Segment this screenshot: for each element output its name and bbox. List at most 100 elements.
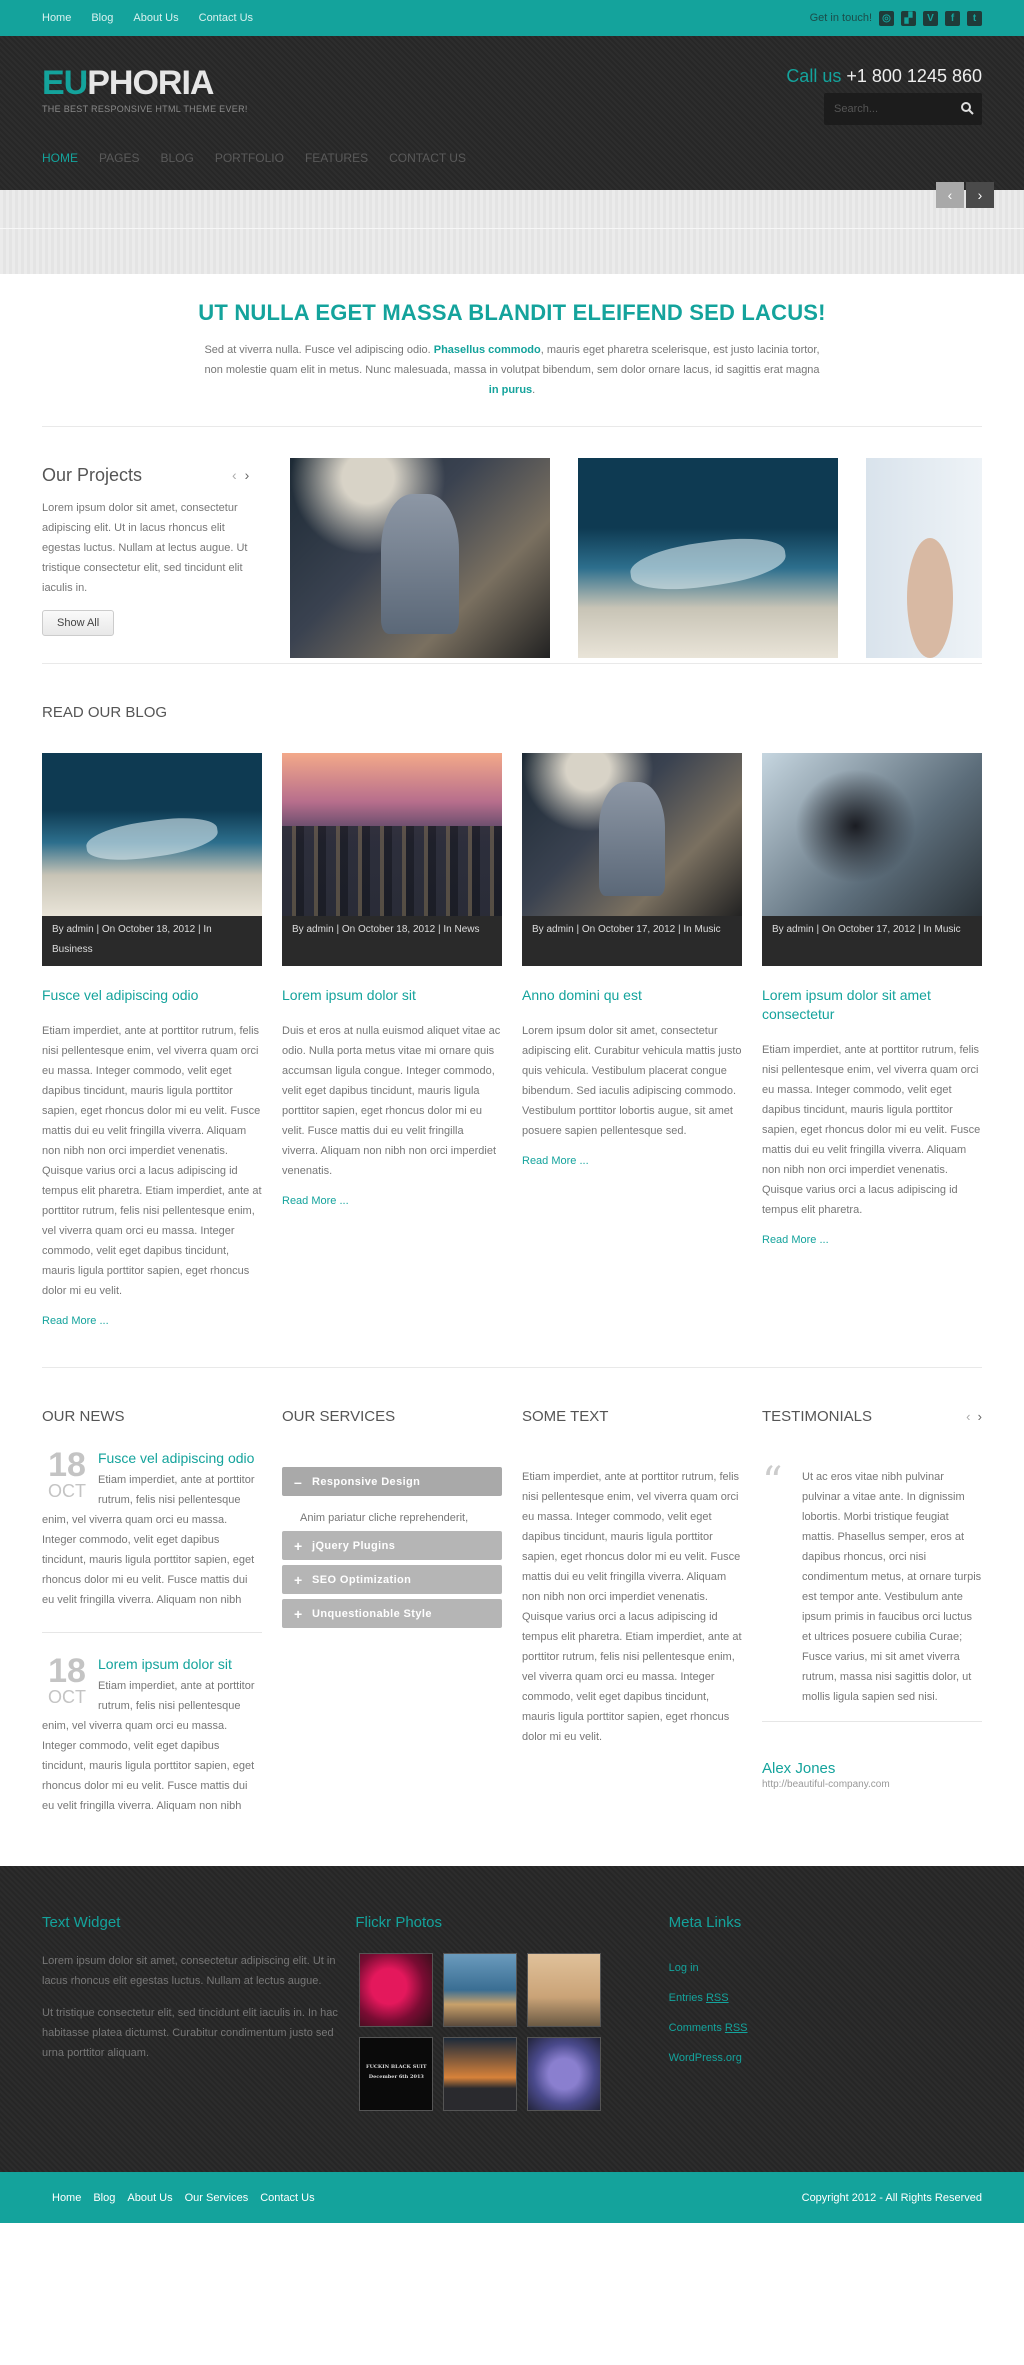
news-item: 18 OCT Fusce vel adipiscing odio Etiam im…: [42, 1448, 262, 1610]
nav-contact[interactable]: CONTACT US: [389, 151, 466, 165]
search-box[interactable]: Search...: [824, 93, 982, 125]
read-more-link[interactable]: Read More ...: [282, 1195, 502, 1207]
projects-prev-icon[interactable]: ‹: [232, 467, 237, 483]
flickr-title: Flickr Photos: [355, 1914, 443, 1931]
accordion-label: jQuery Plugins: [312, 1539, 396, 1552]
services-column: OUR SERVICES – Responsive Design Anim par…: [282, 1408, 502, 1816]
project-image[interactable]: [866, 458, 982, 658]
post-meta: By admin | On October 18, 2012 | In News: [282, 916, 502, 966]
testimonial-prev-icon[interactable]: ‹: [966, 1409, 970, 1424]
project-image[interactable]: [578, 458, 839, 658]
call-us: Call us +1 800 1245 860: [786, 66, 982, 87]
footer: Text Widget Lorem ipsum dolor sit amet, …: [0, 1866, 1024, 2172]
text-widget-title: Text Widget: [42, 1914, 121, 1931]
flickr-photo[interactable]: [527, 2037, 602, 2111]
flickr-photo-caption: FUCKIN BLACK SUIT: [366, 2064, 427, 2070]
some-text-body: Etiam imperdiet, ante at porttitor rutru…: [522, 1471, 742, 1743]
testimonial: “ Ut ac eros vitae nibh pulvinar pulvina…: [762, 1459, 982, 1707]
meta-link-entries-rss[interactable]: Entries RSS: [669, 1983, 982, 2013]
search-icon[interactable]: [960, 101, 974, 115]
intro-text-c: .: [532, 384, 536, 396]
meta-link-login[interactable]: Log in: [669, 1953, 982, 1983]
flickr-widget: Flickr Photos FUCKIN BLACK SUIT December …: [355, 1914, 668, 2111]
testimonial-url[interactable]: http://beautiful-company.com: [762, 1779, 982, 1790]
post-title[interactable]: Lorem ipsum dolor sit: [282, 986, 502, 1005]
projects-section: Our Projects Lorem ipsum dolor sit amet,…: [42, 427, 982, 663]
delicious-icon[interactable]: ▞: [901, 10, 916, 26]
flickr-photo[interactable]: [527, 1953, 602, 2027]
bottom-nav-home[interactable]: Home: [52, 2192, 81, 2204]
slider-strip: ‹ ›: [0, 182, 1024, 274]
nav-pages[interactable]: PAGES: [99, 151, 139, 165]
read-more-link[interactable]: Read More ...: [762, 1234, 982, 1246]
testimonial-next-icon[interactable]: ›: [978, 1409, 982, 1424]
accordion-item-responsive-design[interactable]: – Responsive Design: [282, 1467, 502, 1496]
social-bar: Get in touch! ◎ ▞ V f t: [809, 10, 982, 26]
projects-text: Lorem ipsum dolor sit amet, consectetur …: [42, 502, 248, 594]
post-image[interactable]: [522, 753, 742, 916]
meta-link-comments-rss[interactable]: Comments RSS: [669, 2013, 982, 2043]
phone-number: +1 800 1245 860: [846, 66, 982, 86]
accordion-item-jquery-plugins[interactable]: + jQuery Plugins: [282, 1531, 502, 1560]
accordion-item-seo-optimization[interactable]: + SEO Optimization: [282, 1565, 502, 1594]
divider: [762, 1721, 982, 1722]
get-in-touch-label: Get in touch!: [809, 12, 872, 24]
nav-blog[interactable]: BLOG: [160, 151, 193, 165]
post-image[interactable]: [762, 753, 982, 916]
project-image[interactable]: [290, 458, 551, 658]
intro-text-a: Sed at viverra nulla. Fusce vel adipisci…: [204, 344, 431, 356]
intro-title: UT NULLA EGET MASSA BLANDIT ELEIFEND SED…: [198, 300, 826, 325]
facebook-icon[interactable]: f: [945, 10, 960, 26]
bottom-nav-blog[interactable]: Blog: [93, 2192, 115, 2204]
quote-icon: “: [762, 1459, 783, 1505]
nav-features[interactable]: FEATURES: [305, 151, 368, 165]
testimonial-arrows: ‹ ›: [966, 1409, 982, 1424]
meta-link-entries-rss-label: RSS: [705, 1992, 729, 2004]
services-accordion: – Responsive Design Anim pariatur cliche …: [282, 1467, 502, 1628]
post-title[interactable]: Anno domini qu est: [522, 986, 742, 1005]
blog-section: READ OUR BLOG By admin | On October 18, …: [42, 664, 982, 1327]
top-nav-home[interactable]: Home: [42, 12, 71, 24]
bottom-bar: Home Blog About Us Our Services Contact …: [0, 2172, 1024, 2223]
news-date: 18 OCT: [42, 1448, 92, 1501]
slider-next-icon[interactable]: ›: [966, 182, 994, 208]
top-nav-about[interactable]: About Us: [133, 12, 178, 24]
search-input[interactable]: Search...: [834, 103, 878, 115]
flickr-photo[interactable]: [359, 1953, 434, 2027]
bottom-nav-contact[interactable]: Contact Us: [260, 2192, 314, 2204]
flickr-photo[interactable]: FUCKIN BLACK SUIT December 6th 2013: [359, 2037, 434, 2111]
news-column: OUR NEWS 18 OCT Fusce vel adipiscing odio…: [42, 1408, 262, 1816]
testimonial-author: Alex Jones: [762, 1760, 836, 1777]
text-widget-p1: Lorem ipsum dolor sit amet, consectetur …: [42, 1955, 336, 1987]
post-title[interactable]: Fusce vel adipiscing odio: [42, 986, 262, 1005]
dribbble-icon[interactable]: ◎: [879, 10, 894, 26]
post-image[interactable]: [282, 753, 502, 916]
slider-prev-icon[interactable]: ‹: [936, 182, 964, 208]
accordion-item-unquestionable-style[interactable]: + Unquestionable Style: [282, 1599, 502, 1628]
logo[interactable]: EUPHORIA THE BEST RESPONSIVE HTML THEME …: [42, 66, 248, 114]
post-excerpt: Etiam imperdiet, ante at porttitor rutru…: [762, 1044, 981, 1216]
testimonials-column: TESTIMONIALS ‹ › “ Ut ac eros vitae nibh…: [762, 1408, 982, 1816]
post-image[interactable]: [42, 753, 262, 916]
read-more-link[interactable]: Read More ...: [42, 1315, 262, 1327]
vimeo-icon[interactable]: V: [923, 10, 938, 26]
meta-link-wordpress[interactable]: WordPress.org: [669, 2043, 982, 2073]
flickr-photo-caption-2: December 6th 2013: [368, 2074, 424, 2080]
projects-next-icon[interactable]: ›: [245, 467, 250, 483]
nav-portfolio[interactable]: PORTFOLIO: [215, 151, 284, 165]
meta-links-list: Log in Entries RSS Comments RSS WordPres…: [669, 1953, 982, 2073]
copyright: Copyright 2012 - All Rights Reserved: [801, 2191, 982, 2204]
twitter-icon[interactable]: t: [967, 10, 982, 26]
read-more-link[interactable]: Read More ...: [522, 1155, 742, 1167]
bottom-nav-services[interactable]: Our Services: [185, 2192, 249, 2204]
meta-link-entries-label: Entries: [668, 1992, 706, 2004]
show-all-button[interactable]: Show All: [42, 610, 115, 636]
flickr-photo[interactable]: [443, 1953, 518, 2027]
nav-home[interactable]: HOME: [42, 151, 78, 165]
flickr-photo[interactable]: [443, 2037, 518, 2111]
blog-post: By admin | On October 17, 2012 | In Musi…: [762, 753, 982, 1327]
top-nav-blog[interactable]: Blog: [91, 12, 113, 24]
bottom-nav-about[interactable]: About Us: [127, 2192, 172, 2204]
post-title[interactable]: Lorem ipsum dolor sit amet consectetur: [762, 986, 982, 1024]
top-nav-contact[interactable]: Contact Us: [199, 12, 253, 24]
